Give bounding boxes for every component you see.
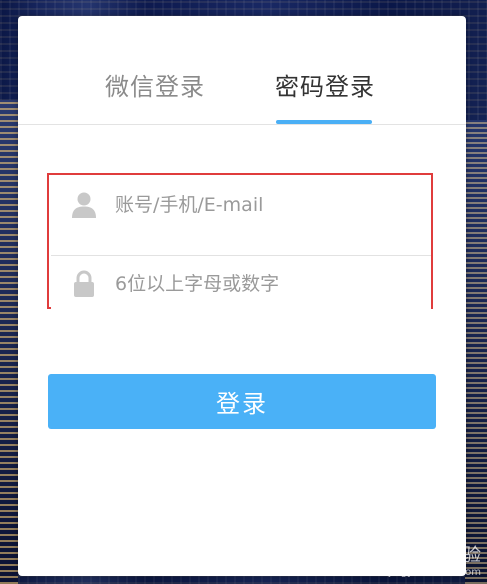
account-field <box>51 177 431 234</box>
background-city-right <box>465 120 487 584</box>
login-card: 微信登录 密码登录 登录 <box>18 16 466 576</box>
account-input[interactable] <box>113 193 367 217</box>
watermark-brand: Bai 经验 <box>410 545 481 566</box>
active-tab-indicator <box>276 120 372 124</box>
lock-icon <box>71 270 97 298</box>
watermark: Bai 经验 jingyan.baidu.com <box>389 541 481 578</box>
credentials-group <box>47 173 433 312</box>
user-icon <box>71 191 97 219</box>
login-button[interactable]: 登录 <box>48 374 436 429</box>
login-tabs: 微信登录 密码登录 <box>18 16 466 125</box>
password-field <box>51 255 431 312</box>
tab-wechat-login[interactable]: 微信登录 <box>105 70 205 104</box>
background-city-left <box>0 100 18 584</box>
tab-password-login[interactable]: 密码登录 <box>275 70 375 104</box>
password-input[interactable] <box>113 272 367 296</box>
field-separator <box>51 233 431 255</box>
watermark-url: jingyan.baidu.com <box>388 567 481 578</box>
